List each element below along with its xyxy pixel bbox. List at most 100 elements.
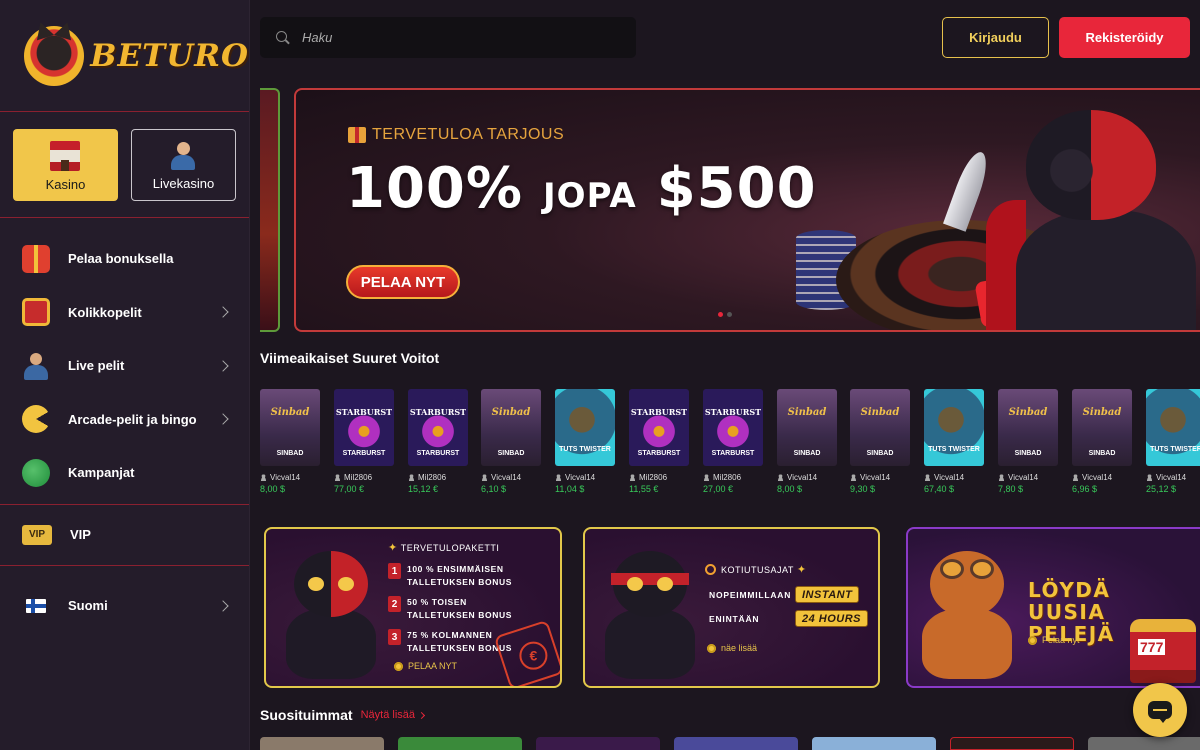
- recent-win-card[interactable]: STARBURST STARBURST Mil2806 11,55 €: [629, 389, 689, 494]
- hero-mid: JOPA: [543, 176, 637, 216]
- sidebar-item-label: Pelaa bonuksella: [68, 251, 174, 267]
- game-thumbnail[interactable]: [536, 737, 660, 750]
- tab-livekasino[interactable]: Livekasino: [130, 129, 236, 201]
- game-thumbnail[interactable]: Sinbad SINBAD: [260, 389, 320, 466]
- hero-play-now-button[interactable]: PELAA NYT: [346, 265, 460, 299]
- step-text: 50 % TOISEN TALLETUKSEN BONUS: [407, 597, 512, 620]
- language-selector[interactable]: Suomi: [0, 566, 249, 646]
- cat-head: [294, 551, 368, 617]
- winner-user: Vicval14: [998, 473, 1058, 482]
- recent-win-card[interactable]: Sinbad SINBAD Vicval14 8,00 $: [260, 389, 320, 494]
- cat-head: [930, 551, 1004, 617]
- game-thumbnail[interactable]: Sinbad SINBAD: [850, 389, 910, 466]
- ninja-cat-mascot-image: [943, 100, 1200, 330]
- winner-username: Vicval14: [565, 473, 596, 482]
- payout-value: INSTANT: [795, 586, 860, 603]
- sidebar-item-arcade-bingo[interactable]: Arcade-pelit ja bingo: [0, 393, 249, 447]
- login-button[interactable]: Kirjaudu: [942, 17, 1049, 58]
- sidebar-item-vip[interactable]: VIP VIP: [0, 505, 249, 565]
- recent-win-card[interactable]: STARBURST STARBURST Mil2806 27,00 €: [703, 389, 763, 494]
- game-thumbnail[interactable]: STARBURST STARBURST: [703, 389, 763, 466]
- recent-win-card[interactable]: TUTS TWISTER Vicval14 67,40 $: [924, 389, 984, 494]
- hero-banner[interactable]: TERVETULOA TARJOUS 100% JOPA $500 PELAA NY…: [294, 88, 1200, 332]
- promo-welcome-package[interactable]: ✦ TERVETULOPAKETTI 1 100 % ENSIMMÄISEN T…: [264, 527, 562, 688]
- game-thumbnail[interactable]: [260, 737, 384, 750]
- recent-wins-row: Sinbad SINBAD Vicval14 8,00 $ STARBURST STARB…: [260, 389, 1200, 504]
- promo-link-text: Pelaa nyt: [1042, 635, 1080, 645]
- game-thumbnail[interactable]: [812, 737, 936, 750]
- win-amount: 27,00 €: [703, 484, 734, 494]
- search-bar[interactable]: [260, 17, 636, 58]
- winner-user: Mil2806: [703, 473, 763, 482]
- brand-wordmark: BETURO: [90, 37, 249, 74]
- game-thumbnail[interactable]: [950, 737, 1074, 750]
- game-thumbnail[interactable]: TUTS TWISTER: [924, 389, 984, 466]
- sidebar-item-play-bonus[interactable]: Pelaa bonuksella: [0, 232, 249, 286]
- sidebar-item-label: Kampanjat: [68, 465, 135, 481]
- slot-machine-icon: [1130, 619, 1196, 683]
- game-name: STARBURST: [342, 450, 386, 457]
- recent-win-card[interactable]: Sinbad SINBAD Vicval14 6,10 $: [481, 389, 541, 494]
- game-name: SINBAD: [1088, 450, 1116, 457]
- game-thumbnail[interactable]: Sinbad SINBAD: [481, 389, 541, 466]
- game-thumbnail[interactable]: TUTS TWISTER: [1146, 389, 1200, 466]
- coin-icon: [1028, 635, 1037, 645]
- recent-win-card[interactable]: Sinbad SINBAD Vicval14 9,30 $: [850, 389, 910, 494]
- game-thumbnail[interactable]: TUTS TWISTER: [555, 389, 615, 466]
- winner-user: Vicval14: [924, 473, 984, 482]
- promo-payout-times[interactable]: KOTIUTUSAJAT ✦ NOPEIMMILLAAN INSTANT ENI…: [583, 527, 880, 688]
- brand-logo[interactable]: BETURO: [0, 0, 249, 112]
- sidebar-nav: Pelaa bonuksella Kolikkopelit Live pelit…: [0, 218, 249, 646]
- carousel-dot[interactable]: [727, 312, 732, 317]
- hero-previous-slide[interactable]: [260, 88, 280, 332]
- recent-win-card[interactable]: TUTS TWISTER Vicval14 25,12 $: [1146, 389, 1200, 494]
- register-button[interactable]: Rekisteröidy: [1059, 17, 1190, 58]
- discover-title-line: LÖYDÄ: [1028, 578, 1111, 602]
- carousel-dot[interactable]: [718, 312, 723, 317]
- sidebar-item-campaigns[interactable]: Kampanjat: [0, 446, 249, 500]
- recent-win-card[interactable]: STARBURST STARBURST Mil2806 77,00 €: [334, 389, 394, 494]
- recent-win-card[interactable]: STARBURST STARBURST Mil2806 15,12 €: [408, 389, 468, 494]
- tab-kasino[interactable]: Kasino: [13, 129, 118, 201]
- promo-play-now-link[interactable]: PELAA NYT: [394, 661, 457, 671]
- game-logo: Sinbad: [860, 407, 900, 418]
- recent-win-card[interactable]: Sinbad SINBAD Vicval14 6,96 $: [1072, 389, 1132, 494]
- game-thumbnail[interactable]: Sinbad SINBAD: [777, 389, 837, 466]
- promo-see-more-link[interactable]: näe lisää: [707, 643, 757, 653]
- recent-win-card[interactable]: TUTS TWISTER Vicval14 11,04 $: [555, 389, 615, 494]
- payout-row: ENINTÄÄN 24 HOURS: [709, 610, 869, 627]
- search-icon: [276, 30, 290, 45]
- game-thumbnail[interactable]: [674, 737, 798, 750]
- game-name: SINBAD: [1014, 450, 1042, 457]
- win-amount: 6,10 $: [481, 484, 507, 494]
- user-icon: [850, 474, 857, 481]
- game-name: TUTS TWISTER: [559, 446, 611, 453]
- game-thumbnail[interactable]: Sinbad SINBAD: [1072, 389, 1132, 466]
- game-name: SINBAD: [866, 450, 894, 457]
- payout-value: 24 HOURS: [795, 610, 869, 627]
- cat-vampire-mascot-image: [274, 551, 384, 681]
- sidebar-item-slots[interactable]: Kolikkopelit: [0, 286, 249, 340]
- game-name: TUTS TWISTER: [928, 446, 980, 453]
- hero-percent: 100%: [346, 156, 524, 221]
- game-thumbnail[interactable]: Sinbad SINBAD: [998, 389, 1058, 466]
- game-thumbnail[interactable]: STARBURST STARBURST: [334, 389, 394, 466]
- game-thumbnail[interactable]: STARBURST STARBURST: [408, 389, 468, 466]
- winner-user: Vicval14: [777, 473, 837, 482]
- recent-win-card[interactable]: Sinbad SINBAD Vicval14 7,80 $: [998, 389, 1058, 494]
- see-more-link[interactable]: Näytä lisää: [361, 709, 426, 721]
- sidebar-item-live-games[interactable]: Live pelit: [0, 339, 249, 393]
- winner-username: Mil2806: [418, 473, 447, 482]
- game-thumbnail[interactable]: [1088, 737, 1200, 750]
- game-thumbnail[interactable]: [398, 737, 522, 750]
- promo-play-now-link[interactable]: Pelaa nyt: [1028, 635, 1080, 645]
- promo-discover-games[interactable]: LÖYDÄ UUSIA PELEJÄ Pelaa nyt: [906, 527, 1200, 688]
- bonus-step: 1 100 % ENSIMMÄISEN TALLETUKSEN BONUS: [388, 563, 527, 589]
- recent-win-card[interactable]: Sinbad SINBAD Vicval14 8,00 $: [777, 389, 837, 494]
- search-input[interactable]: [302, 30, 622, 45]
- game-logo: STARBURST: [630, 407, 688, 417]
- win-amount: 7,80 $: [998, 484, 1024, 494]
- knife-icon: [943, 148, 993, 232]
- live-chat-button[interactable]: [1133, 683, 1187, 737]
- game-thumbnail[interactable]: STARBURST STARBURST: [629, 389, 689, 466]
